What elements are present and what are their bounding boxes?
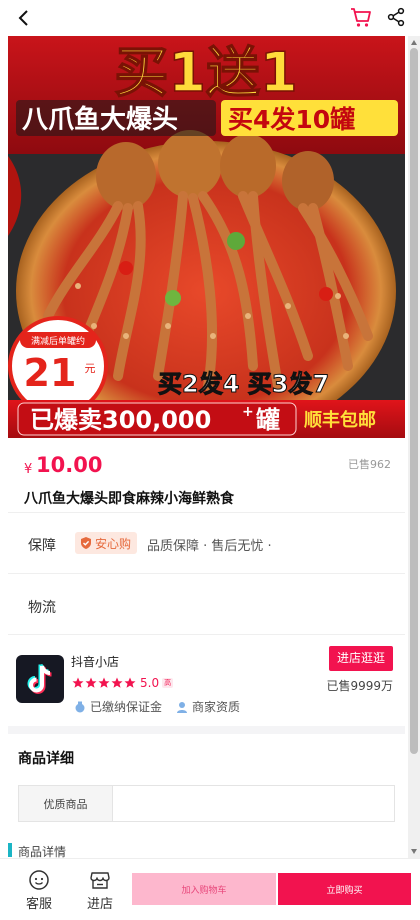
- cart-icon[interactable]: [350, 6, 372, 28]
- section-gap: [8, 726, 405, 734]
- divider: [8, 512, 405, 513]
- shield-icon: [81, 537, 91, 549]
- spec-table: 优质商品: [18, 785, 395, 822]
- add-to-cart-button[interactable]: 加入购物车: [132, 873, 276, 905]
- currency-symbol: ¥: [24, 462, 33, 477]
- sold-count: 已售962: [348, 458, 391, 471]
- deposit-cert: 已缴纳保证金: [74, 698, 162, 715]
- store-button[interactable]: 进店: [76, 865, 124, 915]
- tiktok-logo-icon: [27, 663, 52, 694]
- store-icon: [90, 872, 110, 889]
- share-icon[interactable]: [386, 7, 406, 27]
- visit-shop-button[interactable]: 进店逛逛: [329, 646, 393, 671]
- hero-headline: 买1送1: [114, 41, 297, 104]
- guarantee-text: 品质保障 · 售后无忧 ·: [147, 539, 272, 554]
- details-heading: 商品详细: [18, 751, 74, 767]
- qualification-icon: [177, 701, 187, 713]
- divider: [8, 634, 405, 635]
- product-hero-image[interactable]: 买1送1 八爪鱼大爆头 买4发10罐 满减后单罐约 21 元 买2发4 买3发7…: [8, 36, 405, 438]
- rating-score: 5.0: [140, 676, 160, 690]
- qualification-cert[interactable]: 商家资质: [176, 698, 240, 715]
- scrollbar-thumb[interactable]: [410, 48, 418, 754]
- star-icon: [111, 677, 123, 688]
- shop-logo[interactable]: [16, 655, 64, 703]
- guarantee-label: 保障: [28, 538, 56, 554]
- hero-circle-caption: 满减后单罐约: [31, 335, 85, 347]
- price: 10.00: [36, 453, 103, 477]
- guarantee-badge: 安心购: [75, 532, 138, 554]
- hero-sold-banner: 已爆卖300,000: [30, 406, 211, 434]
- hero-circle-price: 21: [24, 351, 77, 395]
- customer-service-label: 客服: [25, 897, 52, 912]
- deposit-icon: [75, 701, 85, 712]
- guarantee-row[interactable]: 保障 安心购 品质保障 · 售后无忧 ·: [8, 524, 405, 564]
- chevron-left-icon[interactable]: [14, 8, 34, 28]
- hero-shipping: 顺丰包邮: [304, 409, 376, 431]
- store-label: 进店: [86, 897, 113, 912]
- guarantee-badge-label: 安心购: [95, 536, 132, 551]
- spec-key: 优质商品: [19, 786, 113, 821]
- shop-name[interactable]: 抖音小店: [71, 653, 119, 670]
- scroll-down-arrow[interactable]: [411, 849, 417, 854]
- spec-value: [113, 786, 394, 821]
- shop-sold-total: 已售9999万: [326, 679, 393, 693]
- hero-promo-line: 买4发10罐: [228, 105, 355, 134]
- buy-now-button[interactable]: 立即购买: [278, 873, 411, 905]
- star-icon: [124, 677, 136, 688]
- customer-service-icon: [29, 870, 49, 890]
- top-bar: [0, 0, 420, 36]
- qualification-cert-label: 商家资质: [192, 700, 241, 714]
- logistics-label: 物流: [28, 600, 56, 616]
- section-marker: [8, 843, 12, 857]
- product-title: 八爪鱼大爆头即食麻辣小海鲜熟食: [24, 491, 234, 507]
- scrollbar[interactable]: [408, 36, 420, 858]
- scroll-up-arrow[interactable]: [411, 40, 417, 45]
- hero-product-line: 八爪鱼大爆头: [22, 105, 178, 135]
- price-row: ¥ 10.00 已售962: [8, 448, 405, 484]
- hero-illustration: 买1送1 八爪鱼大爆头 买4发10罐 满减后单罐约 21 元 买2发4 买3发7…: [8, 36, 405, 438]
- hero-bundle-text: 买2发4 买3发7: [158, 370, 329, 398]
- hero-sold-unit: 罐: [255, 406, 280, 434]
- hero-circle-unit: 元: [85, 362, 96, 375]
- deposit-cert-label: 已缴纳保证金: [90, 700, 163, 714]
- shop-card: 抖音小店 5.0 高 已缴纳保证金 商家资质 进店逛逛 已售9999万: [8, 640, 405, 724]
- hero-sold-plus: +: [242, 404, 254, 420]
- star-icon: [98, 677, 110, 688]
- bottom-action-bar: 客服 进店 加入购物车 立即购买: [0, 858, 420, 920]
- shop-rating: 5.0 高: [72, 675, 174, 691]
- logistics-row[interactable]: 物流: [8, 584, 405, 624]
- customer-service-button[interactable]: 客服: [15, 865, 63, 915]
- star-icon: [85, 677, 97, 688]
- rating-tag: 高: [162, 678, 174, 688]
- star-icon: [72, 677, 84, 688]
- divider: [8, 573, 405, 574]
